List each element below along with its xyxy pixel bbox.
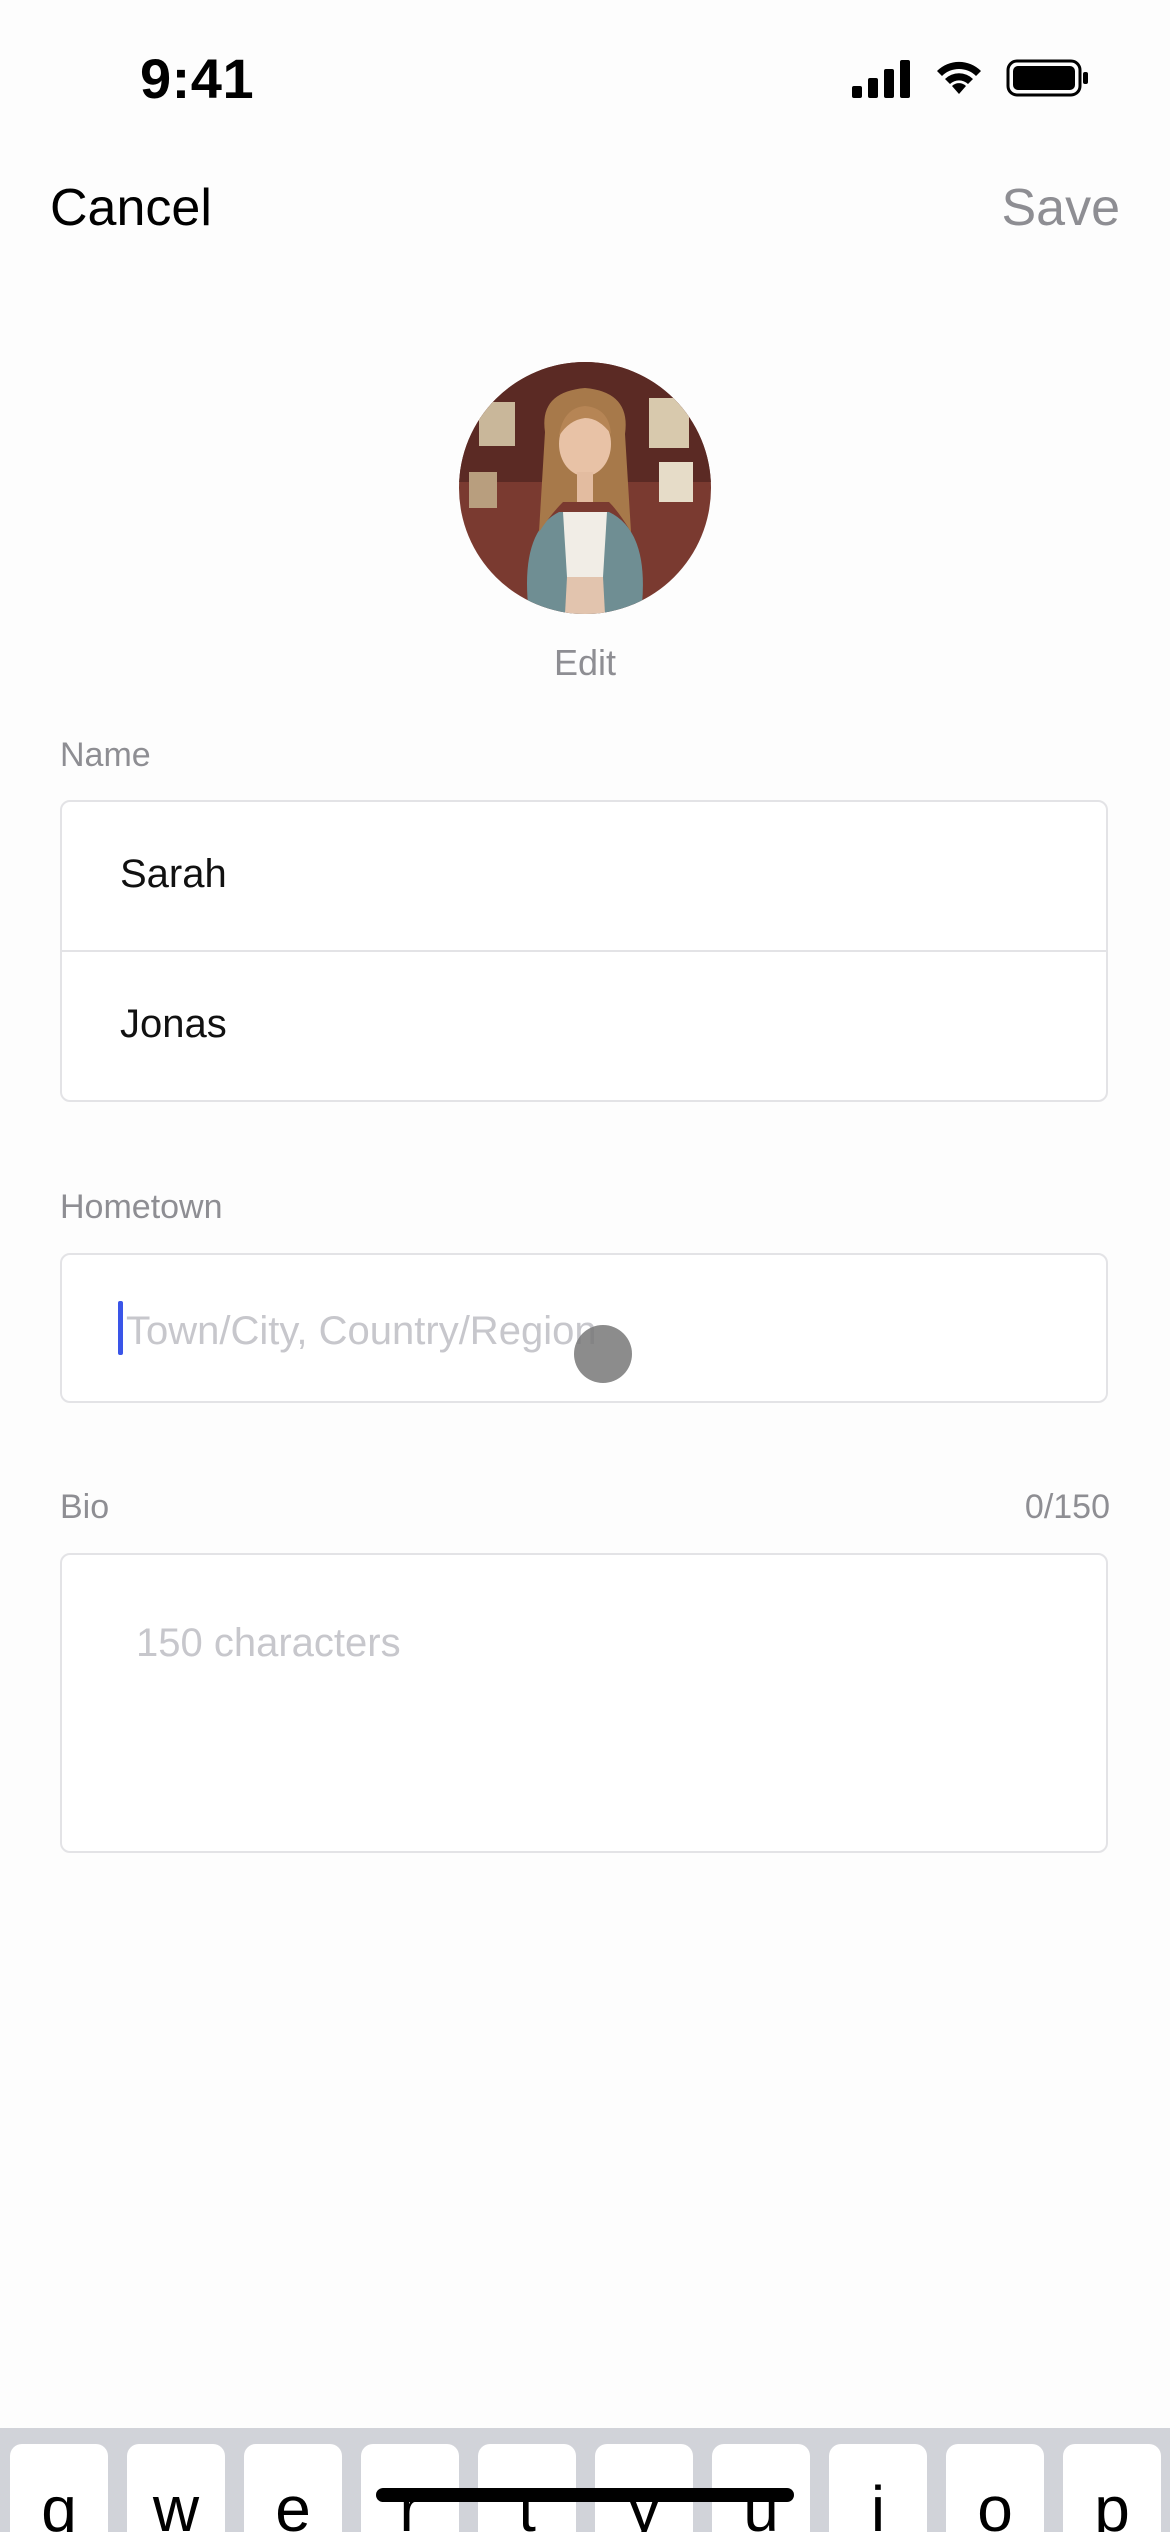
avatar[interactable] — [459, 362, 711, 614]
signal-icon — [852, 60, 910, 98]
key-p[interactable]: p — [1063, 2444, 1161, 2532]
text-caret — [118, 1301, 123, 1355]
bio-field[interactable]: 150 characters — [60, 1553, 1108, 1853]
key-w[interactable]: w — [127, 2444, 225, 2532]
key-e[interactable]: e — [244, 2444, 342, 2532]
bio-placeholder: 150 characters — [136, 1621, 401, 1665]
name-fields: Sarah Jonas — [60, 800, 1108, 1102]
wifi-icon — [937, 61, 981, 94]
battery-icon — [1006, 59, 1088, 97]
last-name-value: Jonas — [120, 1002, 227, 1046]
first-name-field[interactable]: Sarah — [62, 802, 1106, 952]
first-name-value: Sarah — [120, 852, 227, 896]
edit-photo-link[interactable]: Edit — [0, 642, 1170, 684]
hometown-label: Hometown — [60, 1188, 223, 1226]
status-icons — [852, 54, 1090, 102]
bio-label: Bio — [60, 1488, 110, 1526]
home-indicator[interactable] — [376, 2488, 794, 2502]
hometown-placeholder: Town/City, Country/Region — [126, 1309, 597, 1353]
edit-profile-screen: 9:41 Cancel Save Edit Name Sarah Jonas H… — [0, 0, 1170, 2532]
key-q[interactable]: q — [10, 2444, 108, 2532]
touch-indicator — [574, 1325, 632, 1383]
keyboard: q w e r t y u i o p — [0, 2428, 1170, 2532]
save-button[interactable]: Save — [1001, 178, 1120, 238]
cancel-button[interactable]: Cancel — [50, 178, 212, 238]
name-label: Name — [60, 736, 151, 774]
avatar-photo — [459, 362, 711, 614]
status-time: 9:41 — [140, 47, 255, 110]
key-o[interactable]: o — [946, 2444, 1044, 2532]
hometown-field[interactable]: Town/City, Country/Region — [60, 1253, 1108, 1403]
bio-character-counter: 0/150 — [1024, 1488, 1110, 1526]
key-i[interactable]: i — [829, 2444, 927, 2532]
last-name-field[interactable]: Jonas — [62, 952, 1106, 1102]
